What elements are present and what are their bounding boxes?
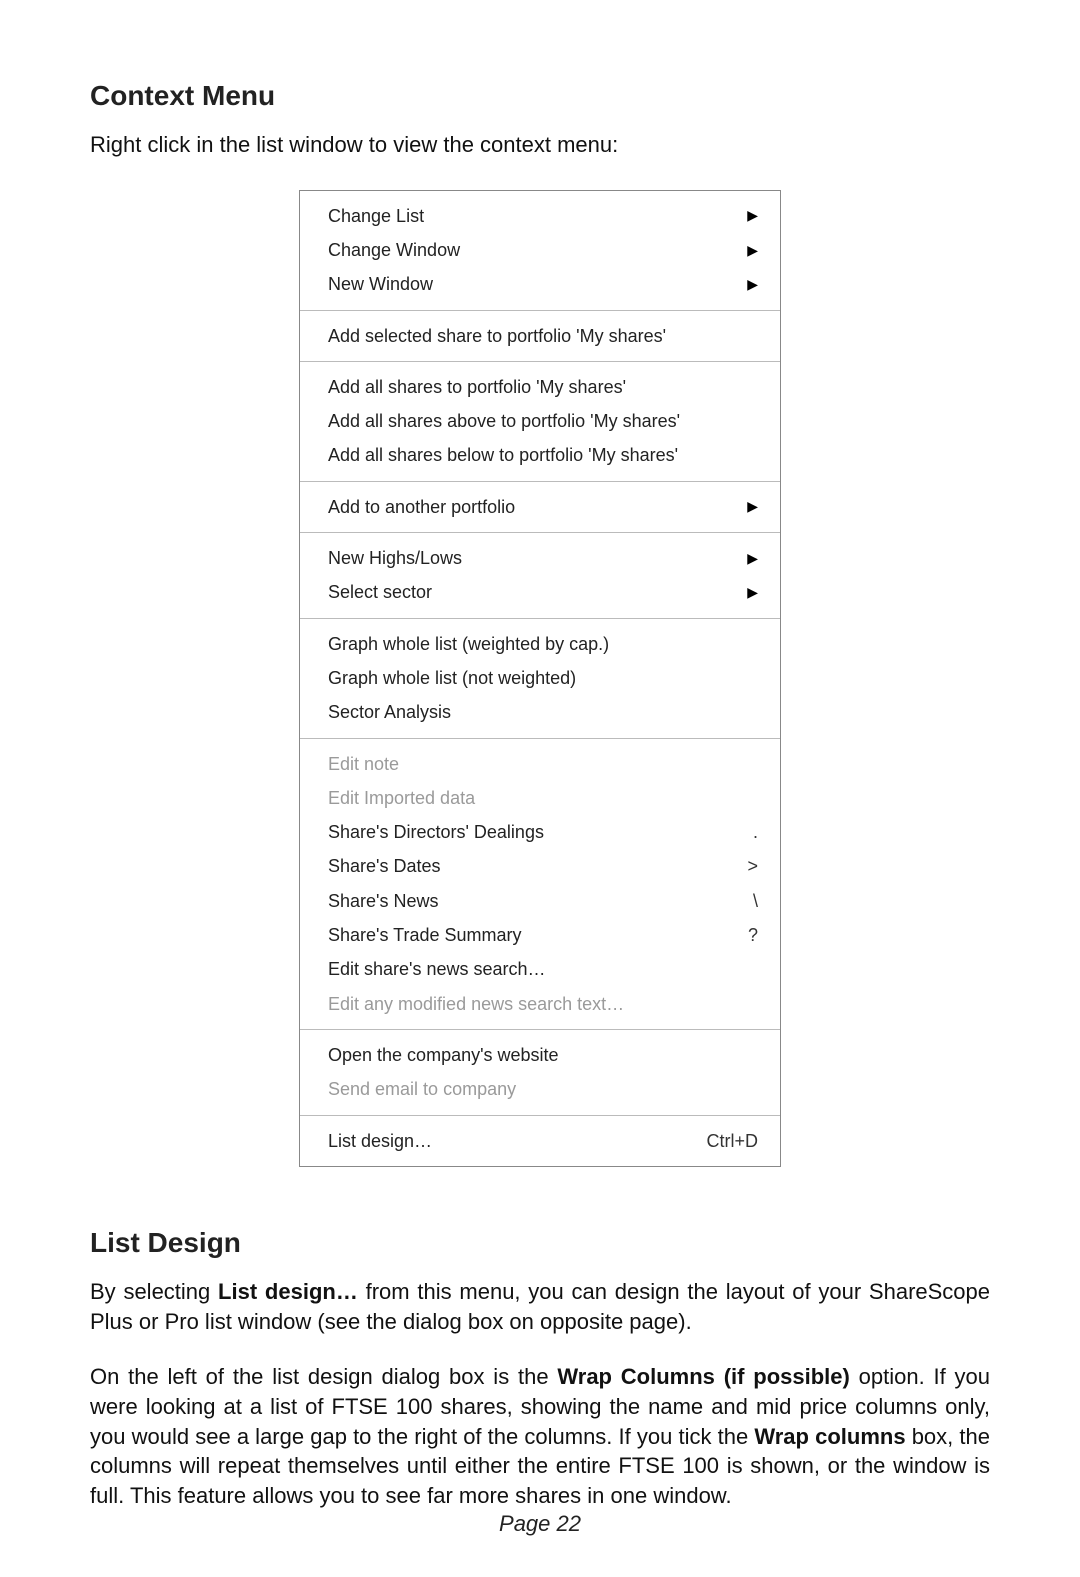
menu-group: Add all shares to portfolio 'My shares' A…	[300, 362, 780, 482]
menu-item-shortcut: .	[753, 820, 758, 844]
menu-group: New Highs/Lows ▶ Select sector ▶	[300, 533, 780, 619]
menu-item-label: Edit Imported data	[328, 786, 758, 810]
menu-item[interactable]: New Highs/Lows ▶	[300, 541, 780, 575]
menu-group: Graph whole list (weighted by cap.) Graph…	[300, 619, 780, 739]
menu-item-shortcut: \	[753, 889, 758, 913]
menu-item-label: Change Window	[328, 238, 727, 262]
page-footer: Page 22	[0, 1511, 1080, 1537]
context-menu-wrapper: Change List▶Change Window▶New Window▶Add…	[90, 190, 990, 1167]
menu-item-label: Add selected share to portfolio 'My shar…	[328, 324, 758, 348]
menu-item-label: New Window	[328, 272, 727, 296]
menu-group: Open the company's website Send email to …	[300, 1030, 780, 1116]
menu-item-label: Graph whole list (not weighted)	[328, 666, 758, 690]
context-menu: Change List▶Change Window▶New Window▶Add…	[299, 190, 781, 1167]
menu-item-label: Edit note	[328, 752, 758, 776]
menu-item-label: New Highs/Lows	[328, 546, 727, 570]
submenu-arrow-icon: ▶	[747, 241, 758, 260]
menu-item[interactable]: Share's Dates >	[300, 849, 780, 883]
menu-item-label: List design…	[328, 1129, 686, 1153]
menu-item-label: Send email to company	[328, 1077, 758, 1101]
menu-group: Edit note Edit Imported data Share's Direc…	[300, 739, 780, 1030]
menu-item: Edit note	[300, 747, 780, 781]
menu-item[interactable]: Graph whole list (weighted by cap.)	[300, 627, 780, 661]
menu-item[interactable]: New Window ▶	[300, 267, 780, 301]
submenu-arrow-icon: ▶	[747, 497, 758, 516]
menu-group: Add selected share to portfolio 'My shar…	[300, 311, 780, 362]
menu-item-label: Share's Trade Summary	[328, 923, 728, 947]
menu-item-shortcut: Ctrl+D	[706, 1129, 758, 1153]
menu-group: List design… Ctrl+D	[300, 1116, 780, 1166]
menu-item[interactable]: Add selected share to portfolio 'My shar…	[300, 319, 780, 353]
menu-item-label: Select sector	[328, 580, 727, 604]
menu-item-label: Add to another portfolio	[328, 495, 727, 519]
menu-item[interactable]: Add all shares below to portfolio 'My sh…	[300, 438, 780, 472]
menu-item[interactable]: Edit share's news search…	[300, 952, 780, 986]
menu-item-shortcut: >	[747, 854, 758, 878]
menu-item[interactable]: Select sector ▶	[300, 575, 780, 609]
menu-item[interactable]: Change List ▶	[300, 199, 780, 233]
menu-item[interactable]: Share's Trade Summary?	[300, 918, 780, 952]
menu-item-label: Edit any modified news search text…	[328, 992, 758, 1016]
bold-list-design: List design…	[218, 1279, 358, 1304]
text: By selecting	[90, 1279, 218, 1304]
text: On the left of the list design dialog bo…	[90, 1364, 557, 1389]
submenu-arrow-icon: ▶	[747, 275, 758, 294]
paragraph-right-click: Right click in the list window to view t…	[90, 130, 990, 160]
bold-wrap-columns: Wrap columns	[754, 1424, 905, 1449]
submenu-arrow-icon: ▶	[747, 583, 758, 602]
menu-item-label: Graph whole list (weighted by cap.)	[328, 632, 758, 656]
menu-item-label: Share's Directors' Dealings	[328, 820, 733, 844]
menu-item-label: Share's News	[328, 889, 733, 913]
heading-context-menu: Context Menu	[90, 80, 990, 112]
menu-item-label: Add all shares above to portfolio 'My sh…	[328, 409, 758, 433]
menu-item[interactable]: Open the company's website	[300, 1038, 780, 1072]
heading-list-design: List Design	[90, 1227, 990, 1259]
menu-item-shortcut: ?	[748, 923, 758, 947]
menu-item-label: Share's Dates	[328, 854, 727, 878]
menu-item: Edit Imported data	[300, 781, 780, 815]
menu-item[interactable]: Add to another portfolio ▶	[300, 490, 780, 524]
submenu-arrow-icon: ▶	[747, 549, 758, 568]
menu-item[interactable]: List design… Ctrl+D	[300, 1124, 780, 1158]
menu-item-label: Add all shares below to portfolio 'My sh…	[328, 443, 758, 467]
menu-item[interactable]: Add all shares above to portfolio 'My sh…	[300, 404, 780, 438]
paragraph-list-design-1: By selecting List design… from this menu…	[90, 1277, 990, 1336]
menu-item[interactable]: Change Window ▶	[300, 233, 780, 267]
menu-item: Edit any modified news search text…	[300, 987, 780, 1021]
bold-wrap-columns-if-possible: Wrap Columns (if possible)	[557, 1364, 849, 1389]
submenu-arrow-icon: ▶	[747, 206, 758, 225]
menu-item-label: Change List	[328, 204, 727, 228]
menu-item-label: Open the company's website	[328, 1043, 758, 1067]
menu-item-label: Add all shares to portfolio 'My shares'	[328, 375, 758, 399]
menu-item[interactable]: Share's News \	[300, 884, 780, 918]
menu-item-label: Edit share's news search…	[328, 957, 758, 981]
menu-group: Add to another portfolio ▶	[300, 482, 780, 533]
menu-item-label: Sector Analysis	[328, 700, 758, 724]
menu-item[interactable]: Sector Analysis	[300, 695, 780, 729]
menu-group: Change List ▶ Change Window ▶ New Window ▶	[300, 191, 780, 311]
menu-item[interactable]: Share's Directors' Dealings.	[300, 815, 780, 849]
menu-item[interactable]: Graph whole list (not weighted)	[300, 661, 780, 695]
document-page: Context Menu Right click in the list win…	[0, 0, 1080, 1577]
menu-item: Send email to company	[300, 1072, 780, 1106]
paragraph-list-design-2: On the left of the list design dialog bo…	[90, 1362, 990, 1510]
menu-item[interactable]: Add all shares to portfolio 'My shares'	[300, 370, 780, 404]
